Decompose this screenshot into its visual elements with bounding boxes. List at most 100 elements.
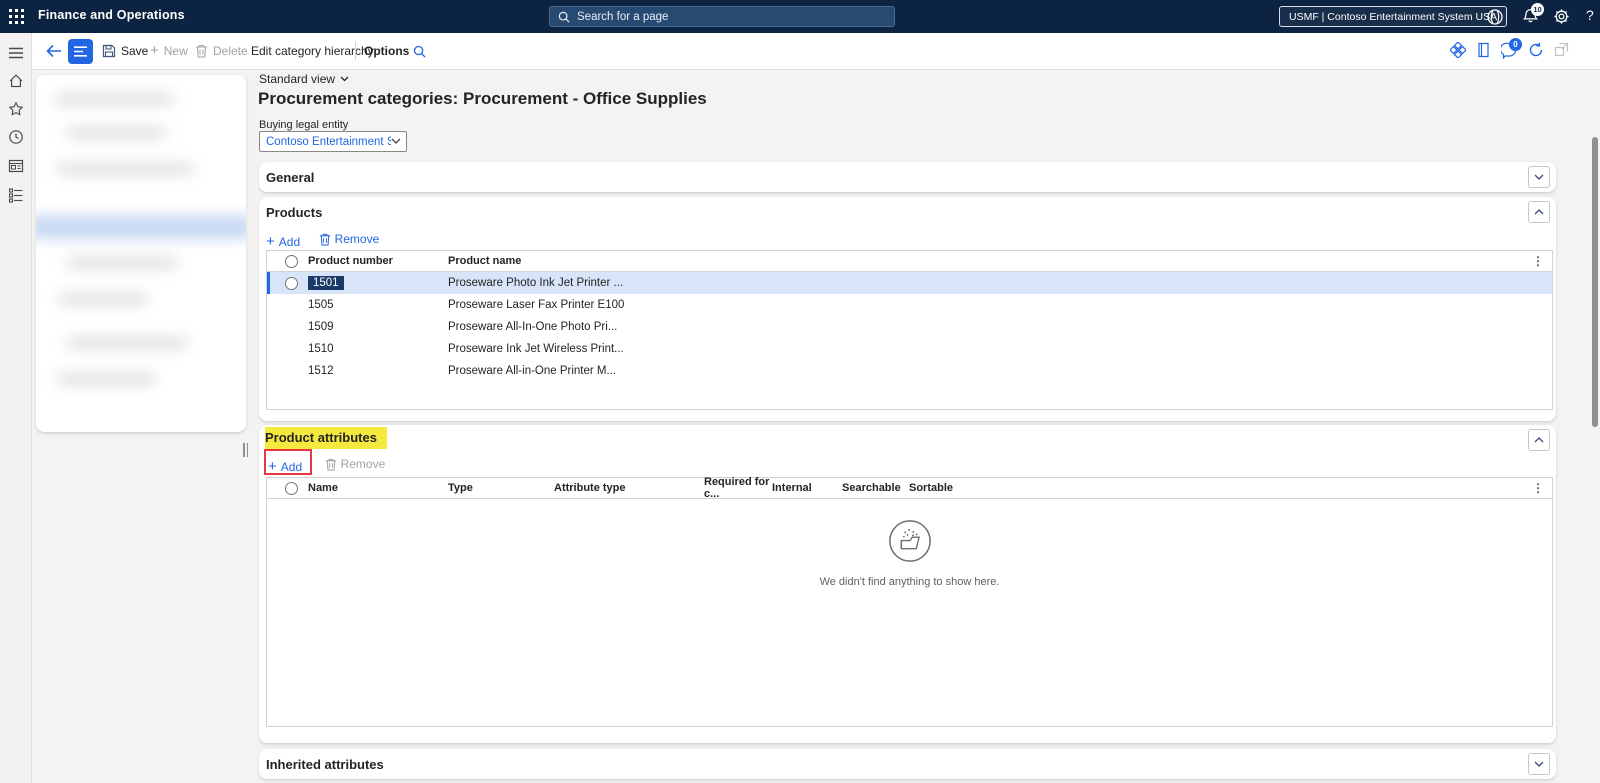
recent-clock-icon[interactable] [8,129,24,145]
column-header-name[interactable]: Name [298,482,448,494]
chevron-down-icon [1534,761,1544,767]
view-selector[interactable]: Standard view [259,72,349,86]
save-button[interactable]: Save [102,33,148,69]
help-icon[interactable]: ? [1586,7,1600,25]
collapse-section-button[interactable] [1528,429,1550,451]
app-window: Finance and Operations Search for a page… [0,0,1600,783]
column-header-product-number[interactable]: Product number [298,255,448,267]
action-pane: Save + New Delete Edit category hierarch… [32,33,1600,70]
table-row[interactable]: 1510 Proseware Ink Jet Wireless Print... [267,338,1552,360]
left-nav-rail [0,33,32,783]
expand-section-button[interactable] [1528,166,1550,188]
add-attribute-button[interactable]: + Add [268,456,302,478]
attributes-grid: Name Type Attribute type Required for c.… [266,476,1553,727]
section-inherited-attributes: Inherited attributes [259,749,1556,779]
task-recorder-book-icon[interactable] [1476,42,1494,60]
vertical-scrollbar-thumb[interactable] [1592,137,1598,427]
plus-icon: + [268,457,277,475]
plus-icon: + [150,42,159,59]
attributes-grid-header: Name Type Attribute type Required for c.… [267,476,1552,500]
row-radio[interactable] [285,276,298,290]
back-arrow-button[interactable] [46,33,62,69]
column-header-internal[interactable]: Internal [772,482,842,494]
attributes-toolbar: + Add Remove [268,453,385,475]
select-all-radio[interactable] [285,254,298,268]
section-title: General [266,170,315,185]
table-row[interactable]: 1505 Proseware Laser Fax Printer E100 [267,294,1552,316]
panel-splitter-handle[interactable] [243,443,251,457]
column-header-product-name[interactable]: Product name [448,255,1552,267]
select-all-radio[interactable] [285,481,298,495]
chevron-down-icon [1534,174,1544,180]
products-grid: Product number Product name ⋮ 1501 Prose… [266,250,1553,410]
expand-section-button[interactable] [1528,753,1550,775]
selected-tree-node [36,215,246,239]
section-title: Products [266,205,323,220]
trash-icon [325,458,337,471]
buying-legal-entity-select[interactable]: Contoso Entertainment Syste... [259,131,407,152]
column-header-attribute-type[interactable]: Attribute type [554,482,704,494]
popout-icon[interactable] [1554,42,1572,60]
options-button[interactable]: Options [364,33,409,69]
section-products: Products + Add Remove Product number Pro… [259,197,1556,421]
appbar-toggle-button[interactable] [68,39,93,64]
table-row[interactable]: 1501 Proseware Photo Ink Jet Printer ... [267,272,1552,294]
buying-legal-entity-value: Contoso Entertainment Syste... [266,135,391,148]
collapse-section-button[interactable] [1528,201,1550,223]
plus-icon: + [266,232,275,250]
column-header-required[interactable]: Required for c... [704,476,772,500]
environment-badge[interactable]: USMF | Contoso Entertainment System USA [1279,6,1508,27]
save-icon [102,44,116,58]
delete-button[interactable]: Delete [195,33,248,69]
empty-state-message: We didn't find anything to show here. [819,576,1000,588]
section-general: General [259,162,1556,192]
remove-product-button[interactable]: Remove [319,228,379,250]
search-placeholder: Search for a page [577,10,669,23]
chevron-up-icon [1534,209,1544,215]
chevron-up-icon [1534,437,1544,443]
hamburger-menu-icon[interactable] [8,45,24,61]
section-title-highlighted: Product attributes [265,427,387,449]
app-launcher-waffle-icon[interactable] [8,8,25,25]
column-header-searchable[interactable]: Searchable [842,482,909,494]
refresh-icon[interactable] [1528,42,1546,60]
actionbar-search-icon[interactable] [413,33,426,69]
feedback-chat-icon[interactable]: 0 [1501,38,1522,60]
toolbar-divider [355,42,356,60]
trash-icon [319,233,331,246]
category-tree-panel[interactable] [36,75,246,432]
remove-attribute-button[interactable]: Remove [325,453,385,475]
section-title: Inherited attributes [266,757,384,772]
table-row[interactable]: 1512 Proseware All-in-One Printer M... [267,360,1552,382]
section-product-attributes: Product attributes + Add Remove Name Typ… [259,425,1556,743]
notifications-bell-icon[interactable]: 10 [1522,3,1544,26]
modules-hierarchy-icon[interactable] [8,187,24,203]
grid-options-icon[interactable]: ⋮ [1532,480,1544,496]
app-title: Finance and Operations [38,8,185,22]
search-icon [558,11,570,23]
page-search-input[interactable]: Search for a page [549,6,895,27]
empty-state: We didn't find anything to show here. [267,518,1552,588]
page-title: Procurement categories: Procurement - Of… [258,89,707,108]
column-header-sortable[interactable]: Sortable [909,482,1552,494]
new-button[interactable]: + New [150,33,188,69]
grid-options-icon[interactable]: ⋮ [1532,253,1544,269]
trash-icon [195,44,208,58]
empty-folder-icon [887,518,933,564]
message-count-badge: 0 [1509,38,1522,51]
buying-legal-entity-label: Buying legal entity [259,119,349,131]
chevron-down-icon [391,138,401,145]
power-apps-icon[interactable] [1450,42,1468,60]
selected-cell[interactable]: 1501 [308,276,344,290]
favorites-star-icon[interactable] [8,101,24,117]
copilot-icon[interactable] [1486,8,1504,26]
column-header-type[interactable]: Type [448,482,554,494]
workspaces-form-icon[interactable] [8,158,24,174]
top-navigation-bar: Finance and Operations Search for a page… [0,0,1600,33]
table-row[interactable]: 1509 Proseware All-In-One Photo Pri... [267,316,1552,338]
products-toolbar: + Add Remove [266,228,379,250]
products-grid-header: Product number Product name ⋮ [267,251,1552,272]
settings-gear-icon[interactable] [1553,8,1571,26]
chevron-down-icon [340,76,349,82]
home-icon[interactable] [8,73,24,89]
